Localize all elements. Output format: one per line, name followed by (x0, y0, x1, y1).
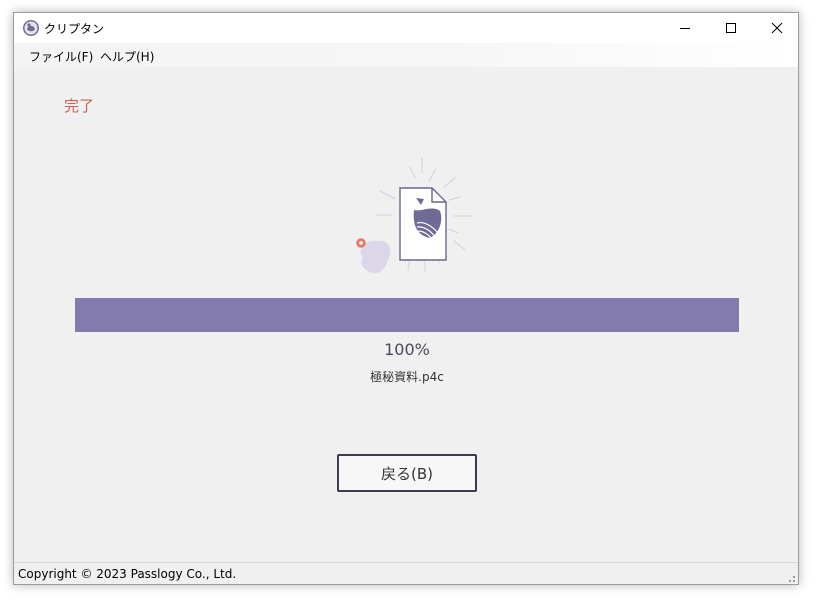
menu-file[interactable]: ファイル(F) (29, 48, 93, 65)
back-button[interactable]: 戻る(B) (337, 454, 477, 492)
maximize-icon (725, 19, 737, 38)
progress-percent: 100% (384, 340, 430, 359)
progress-bar (75, 298, 739, 332)
title-bar[interactable]: クリプタン (14, 13, 798, 43)
file-name-label: 極秘資料.p4c (370, 370, 444, 384)
resize-grip-icon[interactable] (784, 572, 796, 584)
maximize-button[interactable] (708, 13, 754, 43)
encrypted-document-icon (332, 153, 477, 283)
copyright-text: Copyright © 2023 Passlogy Co., Ltd. (18, 567, 237, 581)
progress-bar-fill (75, 298, 739, 332)
minimize-icon (679, 19, 691, 38)
app-window: クリプタン ファイル(F) ヘルプ(H) 完了 100% 極秘資料.p4c 戻る… (13, 12, 799, 585)
window-title: クリプタン (44, 22, 105, 36)
status-heading: 完了 (64, 97, 95, 115)
menu-bar: ファイル(F) ヘルプ(H) (14, 43, 798, 67)
menu-help[interactable]: ヘルプ(H) (100, 48, 154, 65)
app-logo-icon (22, 19, 40, 37)
status-bar: Copyright © 2023 Passlogy Co., Ltd. (14, 562, 798, 584)
close-icon (771, 19, 783, 38)
close-button[interactable] (754, 13, 798, 43)
minimize-button[interactable] (662, 13, 708, 43)
